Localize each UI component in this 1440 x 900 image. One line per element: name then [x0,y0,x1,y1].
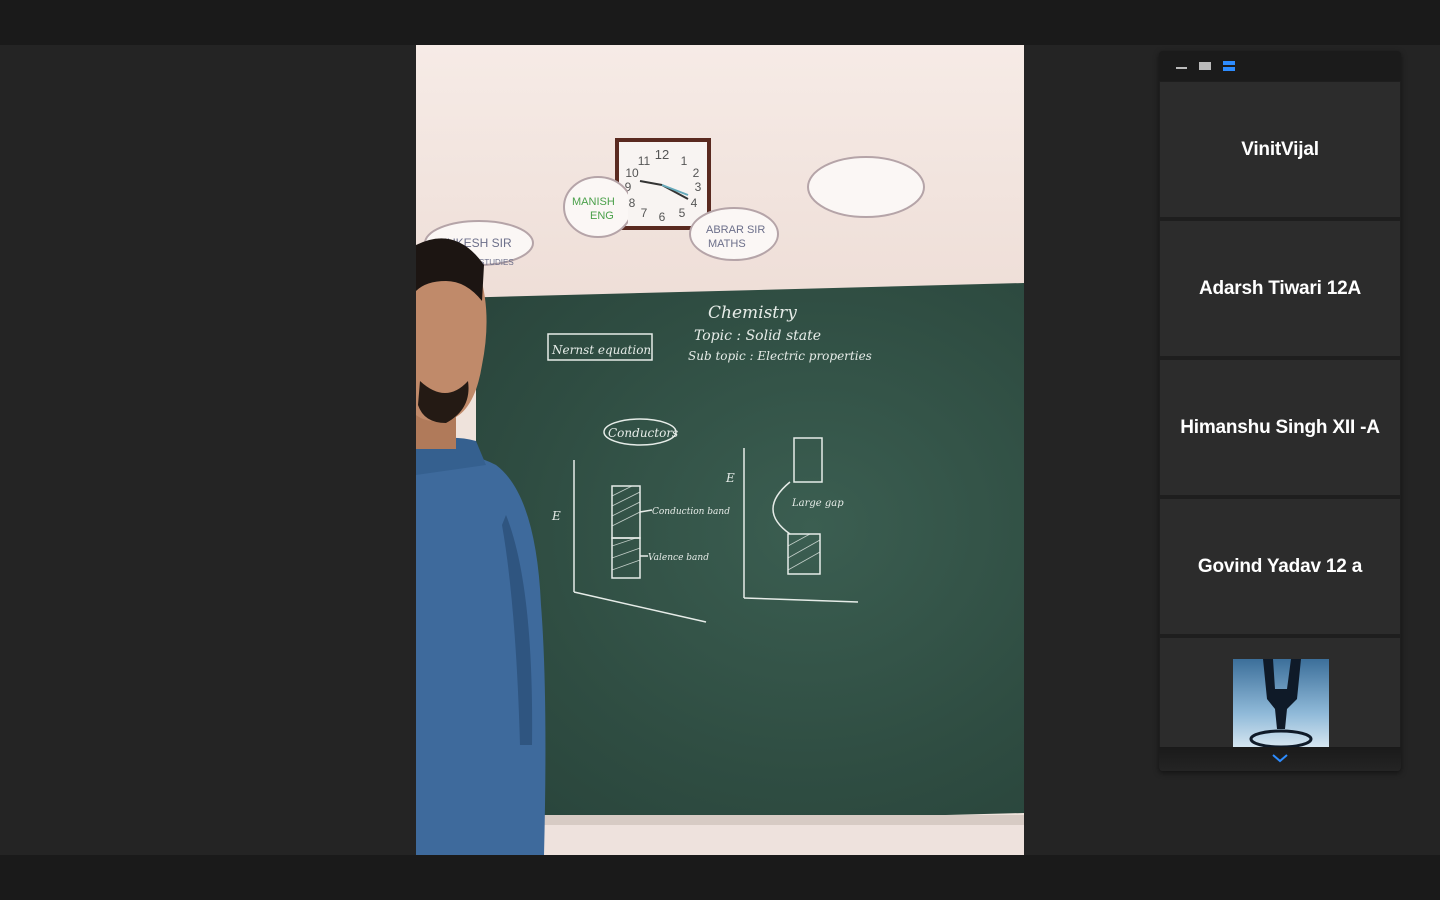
chevron-down-icon[interactable] [1270,751,1290,765]
panel-header [1159,51,1401,81]
participant-name: Adarsh Tiwari 12A [1198,277,1362,299]
clock-numeral: 8 [629,196,636,210]
board-conductors: Conductors [608,426,678,440]
participant-name: Himanshu Singh XII -A [1180,416,1380,438]
wall-label-cloud [807,156,925,218]
wall-label-cloud: MANISH ENG [563,176,628,238]
speaker-layout-icon[interactable] [1199,60,1213,72]
participant-tile[interactable]: Himanshu Singh XII -A [1160,360,1400,495]
board-axis-e: E [725,471,735,485]
clock-numeral: 2 [693,166,700,180]
teacher-figure [416,238,546,855]
chalkboard-writing: Chemistry Topic : Solid state Sub topic … [547,303,872,623]
panel-footer [1159,747,1401,771]
clock-numeral: 3 [695,180,702,194]
wall-label-text: ENG [590,210,614,222]
participant-name: Govind Yadav 12 a [1197,555,1363,577]
participant-tile[interactable]: VinitVijal [1160,82,1400,217]
board-subtopic: Sub topic : Electric properties [688,349,872,363]
clock-numeral: 6 [659,210,666,224]
participant-name: VinitVijal [1241,138,1319,160]
board-topic: Topic : Solid state [694,328,821,344]
board-box-label: Nernst equation [551,343,651,357]
minimize-layout-icon[interactable] [1175,60,1189,72]
wall-label-text: MATHS [708,238,746,250]
participant-video-thumbnail [1233,659,1329,749]
board-conduction-band: Conduction band [652,507,730,517]
clock-numeral: 5 [679,206,686,220]
clock-numeral: 12 [655,147,669,162]
clock-numeral: 11 [638,154,651,168]
wall-label-text: ABRAR SIR [706,224,765,236]
board-valence-band: Valence band [648,553,709,563]
board-large-gap: Large gap [791,498,844,509]
participant-tile[interactable]: Adarsh Tiwari 12A [1160,221,1400,356]
gallery-layout-icon[interactable] [1223,60,1237,72]
shared-video-feed[interactable]: 12 1 2 3 4 5 6 7 8 9 10 11 MUKESH SIR ST… [416,45,1024,855]
wall-label-text: MANISH [572,196,615,208]
participant-tile[interactable]: Govind Yadav 12 a [1160,499,1400,634]
clock-numeral: 1 [681,154,688,168]
board-heading: Chemistry [708,303,797,323]
participants-panel: VinitVijal Adarsh Tiwari 12A Himanshu Si… [1159,51,1401,771]
wall-label-cloud: ABRAR SIR MATHS [689,207,779,261]
top-toolbar [0,0,1440,45]
bottom-toolbar [0,855,1440,900]
clock-numeral: 7 [641,206,648,220]
